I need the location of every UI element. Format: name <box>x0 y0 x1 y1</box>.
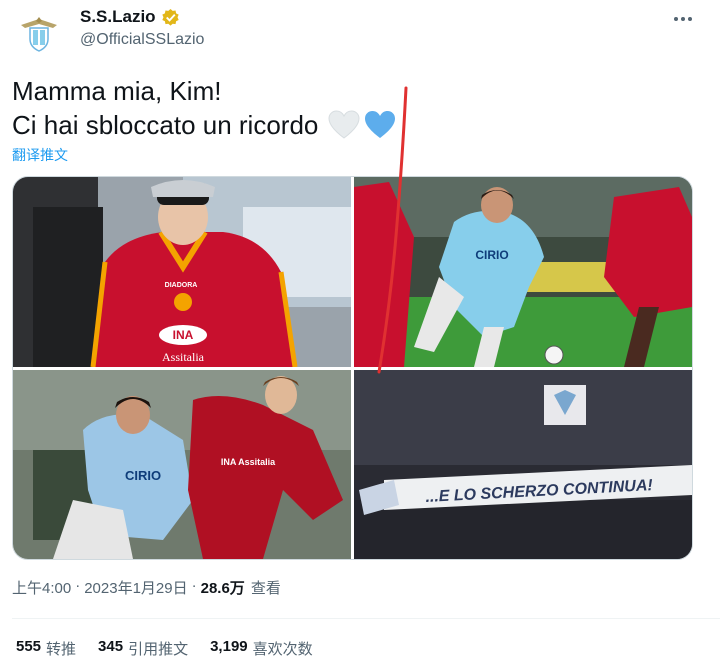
quotes-count: 345 <box>98 638 124 655</box>
tweet-text: Mamma mia, Kim! Ci hai sbloccato un rico… <box>12 74 396 142</box>
views-label: 查看 <box>250 580 281 597</box>
tweet-header: S.S.Lazio @OfficialSSLazio <box>0 0 720 70</box>
retweets-label: 转推 <box>46 641 77 658</box>
photo-kim-roma-jersey[interactable]: DIADORA INA Assitalia <box>13 177 351 367</box>
views-count: 28.6万 <box>200 580 245 597</box>
likes-stat[interactable]: 3,199 喜欢次数 <box>210 638 313 659</box>
display-name[interactable]: S.S.Lazio <box>80 7 156 27</box>
retweets-stat[interactable]: 555 转推 <box>16 638 76 659</box>
tweet-date[interactable]: 2023年1月29日 <box>84 577 187 598</box>
retweets-count: 555 <box>16 638 42 655</box>
more-options-button[interactable] <box>670 6 696 32</box>
likes-label: 喜欢次数 <box>252 641 313 658</box>
meta-separator-1: · <box>75 577 81 594</box>
meta-separator-2: · <box>191 577 197 594</box>
likes-count: 3,199 <box>210 638 248 655</box>
engagement-stats: 555 转推 345 引用推文 3,199 喜欢次数 <box>16 638 313 659</box>
quotes-label: 引用推文 <box>128 641 189 658</box>
duel-lazio-sponsor: CIRIO <box>125 468 161 483</box>
tweet-line-1: Mamma mia, Kim! <box>12 76 222 106</box>
red-annotation-stroke <box>377 86 408 374</box>
quotes-stat[interactable]: 345 引用推文 <box>98 638 188 659</box>
photo-lazio-roma-duel[interactable]: CIRIO INA Assitalia <box>13 370 351 559</box>
photo-lazio-fans-banner[interactable]: ...E LO SCHERZO CONTINUA! <box>354 370 692 559</box>
tweet-line-2-text: Ci hai sbloccato un ricordo <box>12 110 319 140</box>
avatar[interactable] <box>12 6 66 60</box>
white-heart-icon <box>328 110 360 139</box>
dribbling-jersey-sponsor: CIRIO <box>475 248 508 262</box>
duel-roma-sponsor: INA Assitalia <box>221 457 276 467</box>
tweet-time[interactable]: 上午4:00 <box>12 577 71 598</box>
lazio-eagle-crest-icon <box>21 17 57 52</box>
verified-badge-icon <box>161 8 179 26</box>
tweet-meta: 上午4:00 · 2023年1月29日 · 28.6万 查看 <box>12 577 281 598</box>
kim-jersey-brand: DIADORA <box>165 282 198 289</box>
kim-jersey-sponsor2: Assitalia <box>162 350 205 364</box>
divider <box>12 618 720 619</box>
more-dots-icon <box>674 17 692 21</box>
kim-jersey-sponsor: INA <box>173 328 194 342</box>
tweet-line-2: Ci hai sbloccato un ricordo <box>12 108 396 142</box>
media-grid: DIADORA INA Assitalia CIRIO CIRIO INA As… <box>12 176 693 560</box>
translate-tweet-link[interactable]: 翻译推文 <box>12 145 68 165</box>
account-handle[interactable]: @OfficialSSLazio <box>80 31 204 49</box>
